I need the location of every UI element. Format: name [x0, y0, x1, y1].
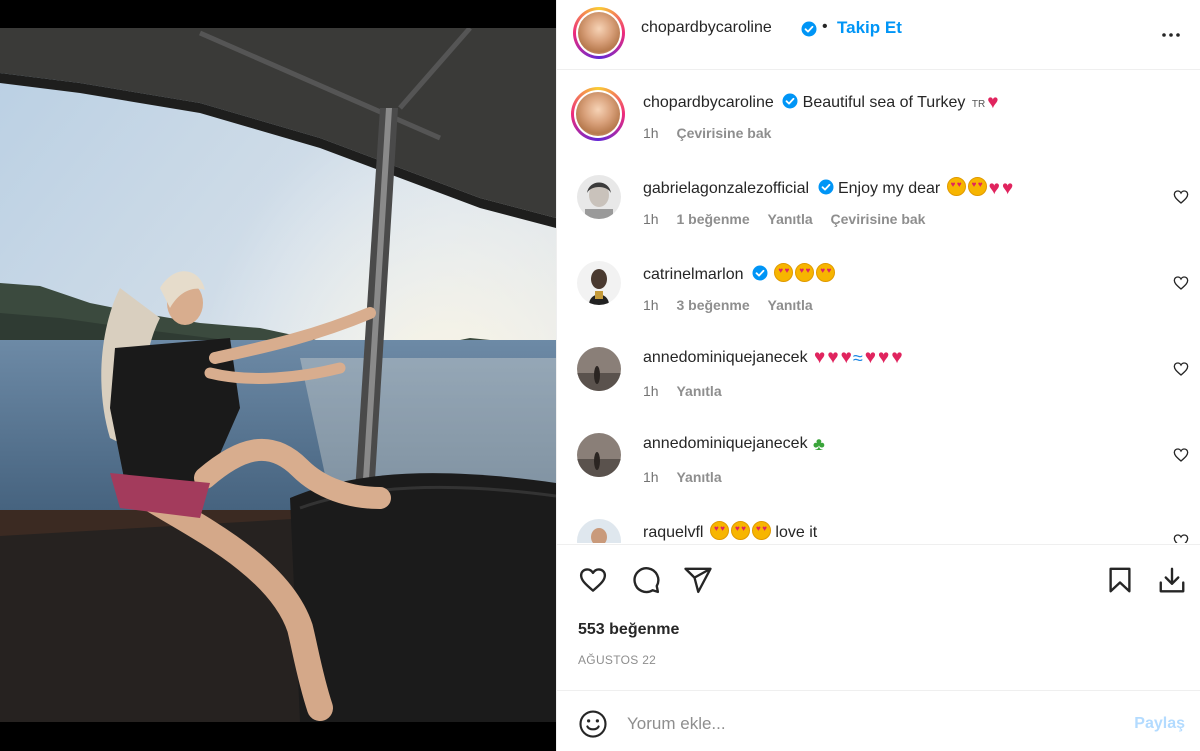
verified-badge-icon — [797, 21, 817, 40]
caption-username[interactable]: chopardbycaroline — [643, 94, 774, 111]
heart-emoji: ♥ — [988, 178, 1000, 199]
comment-time: 1h — [643, 297, 659, 313]
comment-translate-link[interactable]: Çevirisine bak — [831, 211, 926, 227]
comment-avatar[interactable] — [577, 519, 621, 543]
praying-hands-emoji: ♣ — [813, 434, 825, 454]
post-actions: 553 beğenme AĞUSTOS 22 — [557, 544, 1200, 690]
comment-reply-link[interactable]: Yanıtla — [676, 383, 721, 399]
heart-emoji: ♥ — [864, 347, 877, 368]
comment-text-line: raquelvfl love it — [643, 521, 817, 542]
heart-eyes-emoji — [795, 263, 815, 282]
author-username[interactable]: chopardbycaroline — [641, 19, 772, 37]
caption-avatar[interactable] — [571, 87, 625, 141]
add-comment-bar: Paylaş — [557, 690, 1200, 751]
comment-username[interactable]: annedominiquejanecek — [643, 435, 808, 452]
post-header: chopardbycaroline • Takip Et — [557, 0, 1200, 70]
comment-avatar[interactable] — [577, 347, 621, 391]
comment-likes-count[interactable]: 3 beğenme — [676, 297, 749, 313]
verified-badge-icon — [752, 265, 768, 281]
comment-likes-count[interactable]: 1 beğenme — [676, 211, 749, 227]
share-paper-plane-icon[interactable] — [683, 565, 713, 595]
comment-text: Enjoy my dear — [837, 180, 941, 197]
comment-text-line: annedominiquejanecek ♥ ♥ ♥≈ ♥ ♥ ♥ — [643, 347, 903, 368]
comment-text-line: gabrielagonzalezofficial Enjoy my dear ♥… — [643, 177, 1013, 198]
comment-avatar[interactable] — [577, 433, 621, 477]
wave-emoji: ≈ — [852, 348, 863, 368]
comment-like-heart-icon[interactable] — [1173, 275, 1189, 291]
post-panel: chopardbycaroline • Takip Et chopardbyca… — [556, 0, 1200, 751]
post-date[interactable]: AĞUSTOS 22 — [578, 653, 656, 667]
comment-input[interactable] — [627, 709, 1107, 739]
post-comment-button[interactable]: Paylaş — [1134, 715, 1185, 733]
save-bookmark-icon[interactable] — [1105, 565, 1135, 595]
verified-badge-icon — [818, 179, 833, 195]
comment-username[interactable]: catrinelmarlon — [643, 266, 743, 283]
comment-reply-link[interactable]: Yanıtla — [676, 469, 721, 485]
comment-like-heart-icon[interactable] — [1173, 533, 1189, 543]
post-photo — [0, 28, 556, 722]
comment-item: annedominiquejanecek ♥ ♥ ♥≈ ♥ ♥ ♥ 1h Yanıtla — [557, 347, 1200, 417]
heart-eyes-emoji — [730, 521, 750, 540]
like-heart-icon[interactable] — [578, 565, 608, 595]
heart-eyes-emoji — [709, 521, 729, 540]
heart-emoji: ♥ — [814, 347, 826, 368]
caption-text-line: chopardbycaroline Beautiful sea of Turke… — [643, 93, 999, 112]
caption-translate-link[interactable]: Çevirisine bak — [676, 125, 771, 141]
comment-text-line: catrinelmarlon — [643, 263, 836, 284]
comment-bubble-icon[interactable] — [631, 565, 661, 595]
comment-text-line: annedominiquejanecek ♣ — [643, 435, 825, 453]
verified-badge-icon — [782, 93, 798, 109]
comment-like-heart-icon[interactable] — [1173, 447, 1189, 463]
comment-item: raquelvfl love it — [557, 519, 1200, 543]
comment-like-heart-icon[interactable] — [1173, 189, 1189, 205]
follow-button[interactable]: Takip Et — [837, 18, 902, 38]
heart-emoji: ♥ — [987, 92, 999, 113]
heart-emoji: ♥ — [840, 347, 852, 368]
comment-meta: 1h Yanıtla — [643, 469, 736, 485]
caption-text: Beautiful sea of Turkey — [802, 94, 966, 111]
comment-item: gabrielagonzalezofficial Enjoy my dear ♥… — [557, 175, 1200, 245]
comment-item: annedominiquejanecek ♣ 1h Yanıtla — [557, 433, 1200, 503]
comment-like-heart-icon[interactable] — [1173, 361, 1189, 377]
heart-eyes-emoji — [967, 177, 987, 196]
comment-reply-link[interactable]: Yanıtla — [768, 211, 813, 227]
heart-eyes-emoji — [751, 521, 771, 540]
comment-username[interactable]: annedominiquejanecek — [643, 349, 808, 366]
comment-meta: 1h 3 beğenme Yanıtla — [643, 297, 827, 313]
likes-count[interactable]: 553 beğenme — [578, 621, 679, 639]
post-caption: chopardbycaroline Beautiful sea of Turke… — [557, 71, 1200, 161]
heart-emoji: ♥ — [827, 347, 839, 368]
comment-time: 1h — [643, 211, 659, 227]
post-media[interactable] — [0, 0, 556, 751]
heart-emoji: ♥ — [1001, 178, 1014, 199]
comments-list[interactable]: chopardbycaroline Beautiful sea of Turke… — [557, 71, 1200, 543]
more-options-icon[interactable] — [1159, 23, 1183, 47]
comment-time: 1h — [643, 469, 659, 485]
heart-eyes-emoji — [774, 263, 794, 282]
comment-avatar[interactable] — [577, 261, 621, 305]
caption-time: 1h — [643, 125, 659, 141]
comment-username[interactable]: gabrielagonzalezofficial — [643, 180, 809, 197]
comment-reply-link[interactable]: Yanıtla — [768, 297, 813, 313]
author-avatar[interactable] — [573, 7, 625, 59]
separator-dot: • — [822, 18, 828, 35]
comment-time: 1h — [643, 383, 659, 399]
heart-emoji: ♥ — [891, 347, 903, 368]
comment-item: catrinelmarlon 1h 3 beğenme Yanıtla — [557, 261, 1200, 331]
emoji-smiley-icon[interactable] — [578, 709, 608, 739]
download-icon[interactable] — [1157, 565, 1187, 595]
comment-avatar[interactable] — [577, 175, 621, 219]
heart-emoji: ♥ — [878, 347, 890, 368]
heart-eyes-emoji — [816, 263, 836, 282]
comment-text: love it — [775, 524, 818, 541]
heart-eyes-emoji — [946, 177, 966, 196]
flag-tr-icon: TR — [971, 99, 986, 110]
comment-username[interactable]: raquelvfl — [643, 524, 703, 541]
comment-meta: 1h Yanıtla — [643, 383, 736, 399]
caption-meta: 1h Çevirisine bak — [643, 125, 785, 141]
comment-meta: 1h 1 beğenme Yanıtla Çevirisine bak — [643, 211, 939, 227]
